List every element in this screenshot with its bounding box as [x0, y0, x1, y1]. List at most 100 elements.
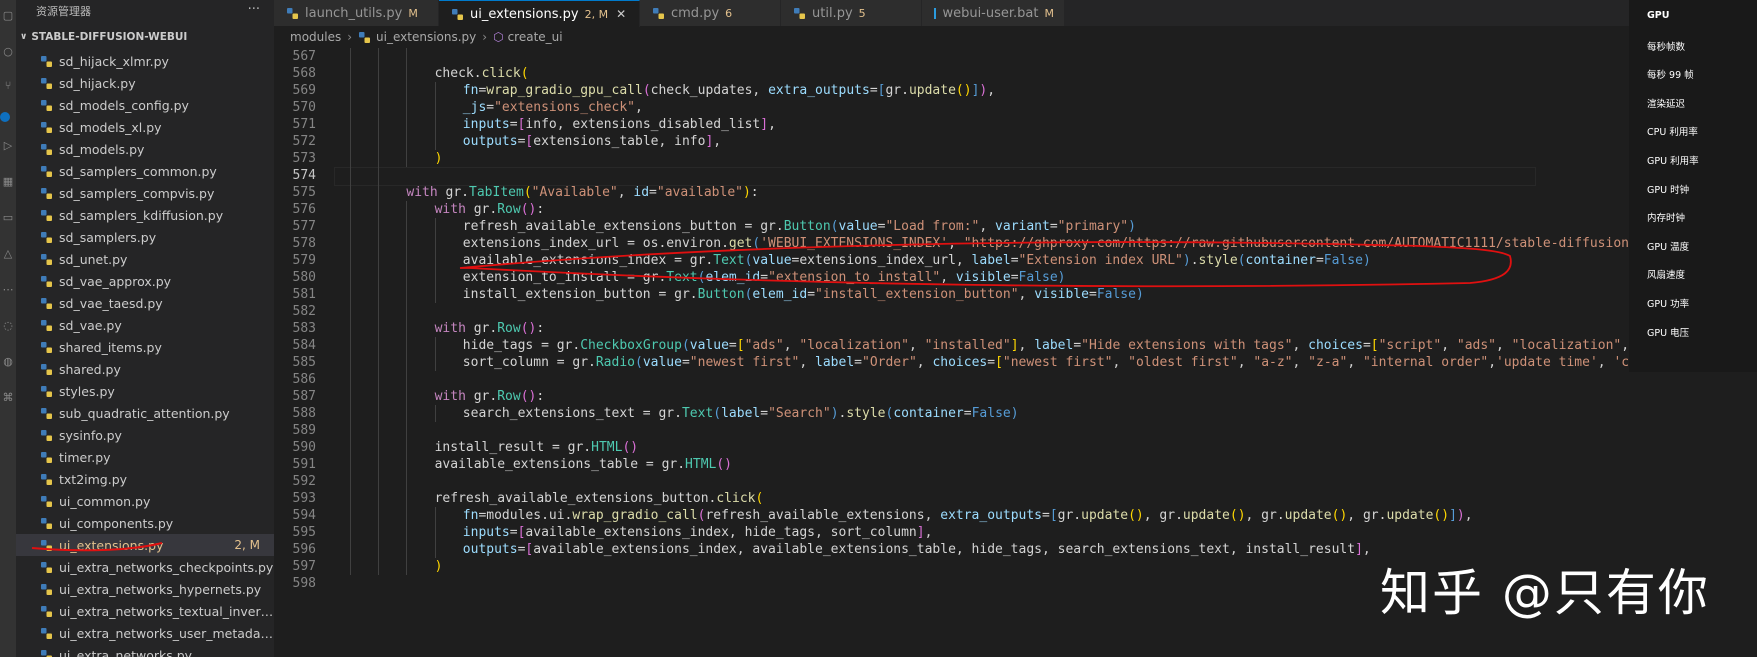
- line-number: 574: [292, 168, 316, 183]
- file-item[interactable]: sd_vae.py: [16, 314, 274, 336]
- code-text: with gr.Row():: [435, 388, 545, 405]
- code-token: update: [1182, 508, 1230, 523]
- file-item[interactable]: ui_extensions.py 2, M: [16, 534, 274, 556]
- file-item[interactable]: sd_models.py: [16, 138, 274, 160]
- file-item[interactable]: sd_models_xl.py: [16, 116, 274, 138]
- code-token: :: [536, 389, 545, 404]
- editor-tab[interactable]: ui_extensions.py 2, M ✕: [439, 0, 640, 27]
- python-file-icon: [41, 77, 52, 89]
- file-name: sd_vae_approx.py: [59, 273, 172, 289]
- line-number: 589: [292, 423, 316, 438]
- code-line: 576 with gr.Row():: [274, 201, 1757, 218]
- file-item[interactable]: sd_samplers_common.py: [16, 160, 274, 182]
- line-number: 585: [292, 355, 316, 370]
- code-token: click: [481, 66, 521, 81]
- code-token: =: [987, 355, 996, 370]
- outline-icon[interactable]: ⋯: [2, 284, 14, 296]
- run-debug-icon[interactable]: ▷: [2, 140, 14, 152]
- file-item[interactable]: sd_hijack.py: [16, 72, 274, 94]
- file-item[interactable]: sd_unet.py: [16, 248, 274, 270]
- code-text: fn=modules.ui.wrap_gradio_call(refresh_a…: [463, 507, 1473, 524]
- line-number: 579: [292, 253, 316, 268]
- remote-explorer-icon[interactable]: ▭: [2, 212, 14, 224]
- code-token: visible: [955, 270, 1011, 285]
- timeline-icon[interactable]: ◌: [2, 320, 14, 332]
- breadcrumb-folder[interactable]: modules: [290, 30, 341, 44]
- code-token: ]: [1355, 542, 1363, 557]
- code-token: ,: [940, 270, 956, 285]
- line-number: 577: [292, 219, 316, 234]
- file-item[interactable]: styles.py: [16, 380, 274, 402]
- editor-tab[interactable]: webui-user.bat M: [922, 0, 1065, 26]
- editor-tab[interactable]: launch_utils.py M: [274, 0, 439, 26]
- code-token: ,: [1347, 355, 1363, 370]
- code-token: "a-z": [1253, 355, 1293, 370]
- code-token: with: [434, 389, 474, 404]
- file-item[interactable]: sd_vae_taesd.py: [16, 292, 274, 314]
- files-icon[interactable]: ▢: [2, 10, 14, 22]
- file-name: sd_hijack.py: [59, 75, 136, 91]
- more-actions-icon[interactable]: ···: [248, 2, 260, 17]
- code-token: "primary": [1057, 219, 1129, 234]
- file-item[interactable]: ui_extra_networks.py: [16, 644, 274, 657]
- code-token: Row: [497, 321, 521, 336]
- file-item[interactable]: sub_quadratic_attention.py: [16, 402, 274, 424]
- file-item[interactable]: shared_items.py: [16, 336, 274, 358]
- file-item[interactable]: shared.py: [16, 358, 274, 380]
- code-token: (: [635, 355, 643, 370]
- search-icon[interactable]: ○: [2, 46, 14, 58]
- line-number: 588: [292, 406, 316, 421]
- code-token: 'update time': [1496, 355, 1598, 370]
- testing-icon[interactable]: △: [2, 248, 14, 260]
- file-item[interactable]: ui_common.py: [16, 490, 274, 512]
- workspace-section[interactable]: ∨ STABLE-DIFFUSION-WEBUI: [16, 27, 274, 47]
- code-token: ,: [1292, 355, 1309, 370]
- file-item[interactable]: sd_vae_approx.py: [16, 270, 274, 292]
- code-line: 573): [274, 150, 1757, 167]
- code-text: install_result = gr.HTML(): [435, 439, 639, 456]
- file-item[interactable]: sysinfo.py: [16, 424, 274, 446]
- code-token: refresh_available_extensions,: [705, 508, 941, 523]
- python-file-icon: [41, 99, 52, 111]
- code-line: 595 inputs=[available_extensions_index, h…: [274, 524, 1757, 541]
- editor-tab[interactable]: util.py 5: [781, 0, 922, 26]
- code-token: (): [622, 440, 639, 455]
- overlay-metric: 渲染延迟: [1647, 98, 1686, 110]
- file-item[interactable]: ui_extra_networks_hypernets.py: [16, 578, 274, 600]
- code-token: =: [509, 117, 518, 132]
- code-text: available_extensions_table = gr.HTML(): [435, 456, 732, 473]
- code-token: ): [1456, 508, 1465, 523]
- file-name: sysinfo.py: [59, 427, 122, 443]
- file-item[interactable]: ui_extra_networks_checkpoints.py: [16, 556, 274, 578]
- file-name: txt2img.py: [59, 471, 128, 487]
- breadcrumb-file[interactable]: ui_extensions.py: [376, 30, 476, 44]
- close-icon[interactable]: ✕: [616, 7, 626, 21]
- breadcrumb-symbol[interactable]: create_ui: [508, 30, 563, 44]
- file-item[interactable]: ui_extra_networks_textual_inversion.py: [16, 600, 274, 622]
- file-item[interactable]: sd_models_config.py: [16, 94, 274, 116]
- code-token: available_extensions_index, available_ex…: [533, 542, 1356, 557]
- file-item[interactable]: sd_samplers_compvis.py: [16, 182, 274, 204]
- file-item[interactable]: timer.py: [16, 446, 274, 468]
- line-number: 586: [292, 372, 316, 387]
- line-number: 584: [292, 338, 316, 353]
- extensions-icon[interactable]: ▦: [2, 176, 14, 188]
- python-icon[interactable]: ⌘: [2, 392, 14, 404]
- file-item[interactable]: ui_extra_networks_user_metadata.py: [16, 622, 274, 644]
- file-item[interactable]: sd_samplers.py: [16, 226, 274, 248]
- code-text: fn = wrap_gradio_gpu_call(check_updates, e…: [463, 82, 995, 99]
- file-item[interactable]: sd_hijack_xlmr.py: [16, 50, 274, 72]
- account-icon[interactable]: ◍: [2, 356, 14, 368]
- source-control-icon[interactable]: ⑂: [2, 80, 14, 92]
- editor-tab[interactable]: cmd.py 6: [640, 0, 781, 26]
- file-item[interactable]: txt2img.py: [16, 468, 274, 490]
- code-text: with gr.Row():: [435, 201, 545, 218]
- line-number: 583: [292, 321, 316, 336]
- code-token: sort_column = gr.: [462, 355, 596, 370]
- file-item[interactable]: sd_samplers_kdiffusion.py: [16, 204, 274, 226]
- code-token: ,: [1018, 338, 1035, 353]
- code-token: ,: [783, 338, 800, 353]
- code-token: "Available": [531, 185, 618, 200]
- code-token: =extensions_index_url,: [791, 253, 972, 268]
- file-item[interactable]: ui_components.py: [16, 512, 274, 534]
